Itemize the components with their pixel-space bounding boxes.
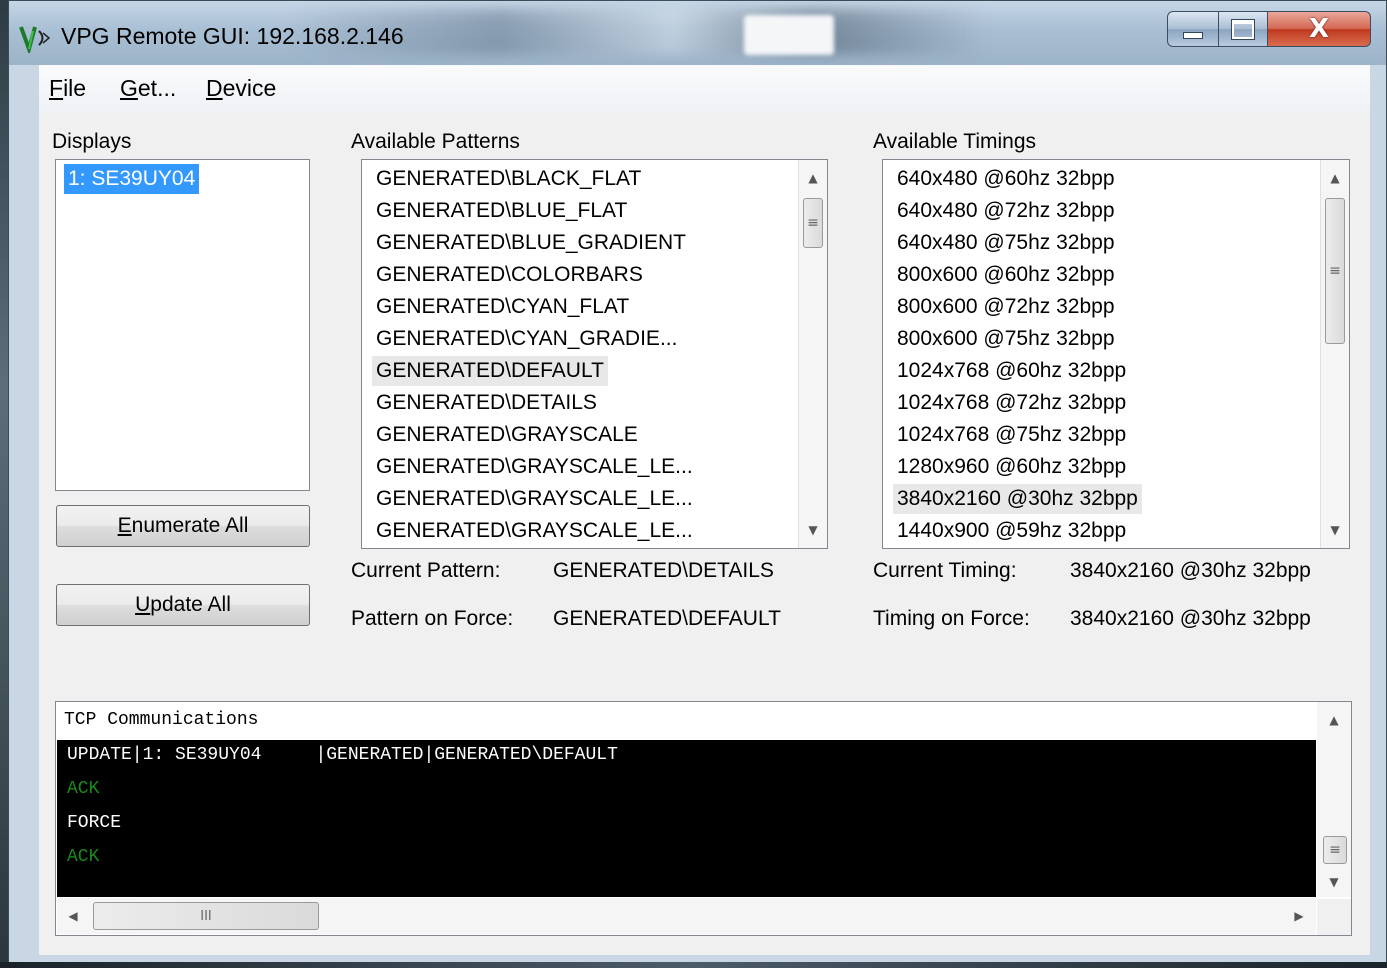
scroll-down-icon[interactable]: ▼: [1317, 868, 1351, 896]
timing-item[interactable]: 1440x900 @59hz 32bpp: [893, 516, 1130, 546]
pattern-item[interactable]: GENERATED\BLUE_GRADIENT: [372, 228, 690, 258]
enumerate-all-label: numerate All: [131, 514, 249, 537]
enumerate-all-button[interactable]: Enumerate All: [56, 505, 310, 547]
timing-item[interactable]: 640x480 @72hz 32bpp: [893, 196, 1119, 226]
menu-file[interactable]: File: [49, 75, 86, 102]
title-bar[interactable]: VPG Remote GUI: 192.168.2.146 X: [9, 1, 1386, 65]
current-timing-value: 3840x2160 @30hz 32bpp: [1070, 559, 1311, 582]
maximize-button[interactable]: [1218, 11, 1268, 47]
desktop-background: [0, 0, 8, 968]
pattern-item[interactable]: GENERATED\GRAYSCALE_LE...: [372, 484, 697, 514]
timing-item[interactable]: 1280x960 @60hz 32bpp: [893, 452, 1130, 482]
timing-on-force-label: Timing on Force:: [873, 607, 1030, 630]
timing-item[interactable]: 1024x768 @75hz 32bpp: [893, 420, 1130, 450]
client-area: File Get... Device Displays 1: SE39UY04 …: [39, 65, 1370, 955]
menu-device-accel: D: [206, 75, 223, 101]
scroll-right-icon[interactable]: ▶: [1285, 902, 1313, 930]
scroll-up-icon[interactable]: ▲: [799, 164, 827, 192]
timing-item[interactable]: 640x480 @60hz 32bpp: [893, 164, 1119, 194]
display-item-0[interactable]: 1: SE39UY04: [64, 164, 200, 194]
tcp-log-line: ACK: [67, 847, 100, 867]
pattern-item[interactable]: GENERATED\DEFAULT: [372, 356, 608, 386]
menu-file-accel: F: [49, 75, 64, 101]
window-title: VPG Remote GUI: 192.168.2.146: [61, 23, 404, 49]
patterns-listbox[interactable]: GENERATED\BLACK_FLAT GENERATED\BLUE_FLAT G…: [361, 159, 828, 549]
tcp-log-line: FORCE: [67, 813, 122, 833]
close-icon: X: [1308, 14, 1330, 44]
menu-device[interactable]: Device: [206, 75, 276, 102]
update-all-label: pdate All: [150, 593, 231, 616]
tcp-log-line: UPDATE|1: SE39UY04 |GENERATED|GENERATED\…: [67, 745, 618, 765]
tcp-header: TCP Communications: [64, 710, 259, 730]
menu-file-label: ile: [63, 75, 87, 101]
tcp-vertical-scrollbar[interactable]: ▲ ≡ ▼: [1317, 702, 1351, 897]
timings-scrollbar[interactable]: ▲ ≡ ▼: [1320, 160, 1349, 548]
menu-bar: File Get... Device: [39, 65, 1370, 113]
pattern-on-force-label: Pattern on Force:: [351, 607, 514, 630]
tcp-console[interactable]: UPDATE|1: SE39UY04 |GENERATED|GENERATED\…: [57, 740, 1316, 897]
tcp-horizontal-scrollbar[interactable]: ◀ III ▶: [57, 898, 1316, 934]
pattern-item[interactable]: GENERATED\BLUE_FLAT: [372, 196, 631, 226]
pattern-item[interactable]: GENERATED\CYAN_GRADIE...: [372, 324, 681, 354]
timings-scroll-thumb[interactable]: ≡: [1325, 198, 1345, 344]
menu-get-accel: G: [120, 75, 138, 101]
update-all-accel: U: [135, 593, 151, 616]
current-pattern-label: Current Pattern:: [351, 559, 501, 582]
pattern-on-force-value: GENERATED\DEFAULT: [553, 607, 781, 630]
menu-get-label: et...: [137, 75, 177, 101]
displays-label: Displays: [52, 130, 132, 153]
taskbar-edge: [0, 962, 1387, 968]
scroll-down-icon[interactable]: ▼: [799, 516, 827, 544]
timing-item[interactable]: 800x600 @72hz 32bpp: [893, 292, 1119, 322]
menu-device-label: evice: [222, 75, 277, 101]
enumerate-all-accel: E: [117, 514, 132, 537]
pattern-item[interactable]: GENERATED\GRAYSCALE_LE...: [372, 452, 697, 482]
tcp-vscroll-thumb[interactable]: ≡: [1323, 836, 1347, 864]
menu-get[interactable]: Get...: [120, 75, 176, 102]
patterns-scrollbar[interactable]: ▲ ≡ ▼: [798, 160, 827, 548]
scroll-down-icon[interactable]: ▼: [1321, 516, 1349, 544]
current-pattern-value: GENERATED\DETAILS: [553, 559, 774, 582]
tcp-hscroll-thumb[interactable]: III: [93, 902, 319, 930]
timing-item[interactable]: 640x480 @75hz 32bpp: [893, 228, 1119, 258]
displays-listbox[interactable]: 1: SE39UY04: [55, 159, 310, 491]
maximize-icon: [1231, 18, 1255, 40]
timing-item[interactable]: 1024x768 @60hz 32bpp: [893, 356, 1130, 386]
scroll-left-icon[interactable]: ◀: [59, 902, 87, 930]
update-all-button[interactable]: Update All: [56, 584, 310, 626]
timing-item[interactable]: 3840x2160 @30hz 32bpp: [893, 484, 1142, 514]
close-button[interactable]: X: [1267, 11, 1371, 47]
pattern-item[interactable]: GENERATED\GRAYSCALE_LE...: [372, 516, 697, 546]
scroll-up-icon[interactable]: ▲: [1317, 706, 1351, 734]
scrollbar-corner: [1317, 899, 1351, 935]
timing-item[interactable]: 800x600 @75hz 32bpp: [893, 324, 1119, 354]
app-window: VPG Remote GUI: 192.168.2.146 X File Get…: [8, 0, 1387, 968]
title-bar-glare: [744, 15, 834, 55]
timing-item[interactable]: 1024x768 @72hz 32bpp: [893, 388, 1130, 418]
tcp-communications-panel[interactable]: TCP Communications UPDATE|1: SE39UY04 |G…: [55, 701, 1352, 936]
pattern-item[interactable]: GENERATED\GRAYSCALE: [372, 420, 642, 450]
pattern-item[interactable]: GENERATED\COLORBARS: [372, 260, 647, 290]
pattern-item[interactable]: GENERATED\BLACK_FLAT: [372, 164, 645, 194]
timing-item[interactable]: 800x600 @60hz 32bpp: [893, 260, 1119, 290]
tcp-log-line: ACK: [67, 779, 100, 799]
timings-label: Available Timings: [873, 130, 1037, 153]
minimize-icon: [1183, 31, 1203, 39]
timing-on-force-value: 3840x2160 @30hz 32bpp: [1070, 607, 1311, 630]
patterns-label: Available Patterns: [351, 130, 520, 153]
patterns-scroll-thumb[interactable]: ≡: [803, 198, 823, 248]
minimize-button[interactable]: [1167, 11, 1219, 47]
pattern-item[interactable]: GENERATED\CYAN_FLAT: [372, 292, 633, 322]
timings-listbox[interactable]: 640x480 @60hz 32bpp 640x480 @72hz 32bpp 64…: [882, 159, 1350, 549]
current-timing-label: Current Timing:: [873, 559, 1017, 582]
vpg-logo-icon: [19, 26, 51, 53]
pattern-item[interactable]: GENERATED\DETAILS: [372, 388, 601, 418]
scroll-up-icon[interactable]: ▲: [1321, 164, 1349, 192]
